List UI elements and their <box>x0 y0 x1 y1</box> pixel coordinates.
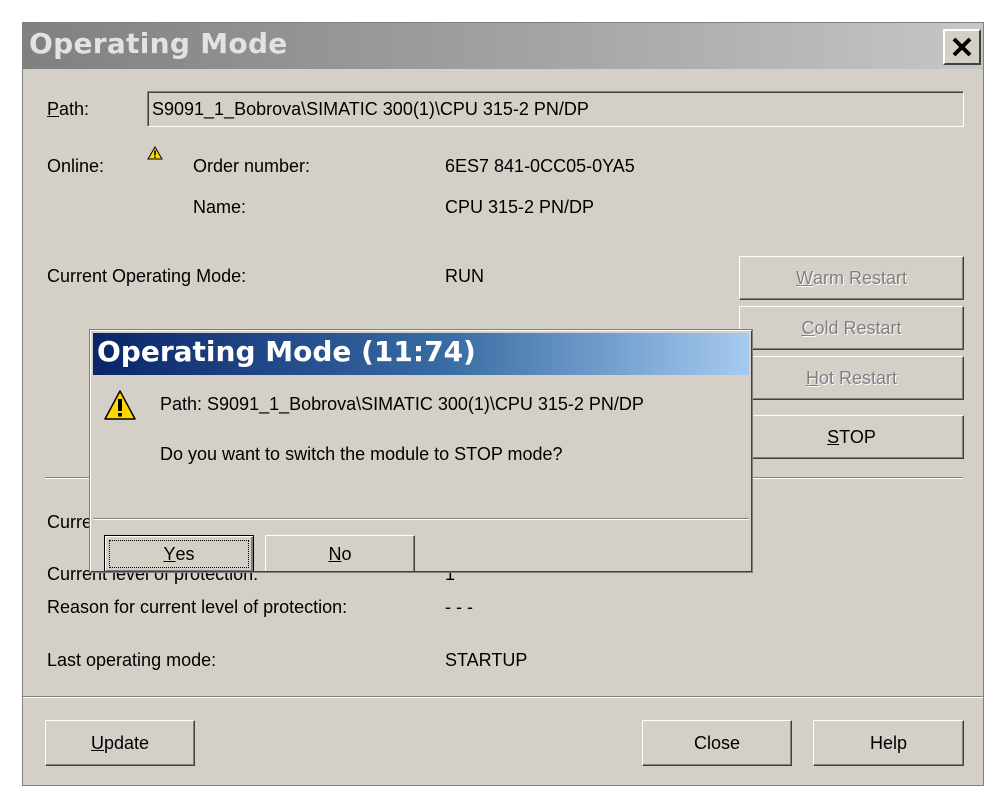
title-bar[interactable]: Operating Mode <box>23 23 983 69</box>
focus-rect <box>109 540 249 568</box>
footer-divider <box>23 696 983 698</box>
close-window-button[interactable] <box>943 29 981 65</box>
window-title: Operating Mode <box>29 27 288 60</box>
hot-restart-button[interactable]: Hot Restart <box>739 356 964 400</box>
confirm-title-bar[interactable]: Operating Mode (11:74) <box>93 333 749 375</box>
yes-button[interactable]: Yes <box>104 535 254 571</box>
close-icon <box>951 35 973 65</box>
warning-icon <box>103 389 137 426</box>
warning-icon <box>147 146 163 160</box>
close-button[interactable]: Close <box>642 720 792 766</box>
stop-confirm-dialog: Operating Mode (11:74) Path: S9091_1_Bob… <box>90 330 752 572</box>
reason-label: Reason for current level of protection: <box>47 597 348 617</box>
current-mode-label: Current Operating Mode: <box>47 266 247 286</box>
name-value: CPU 315-2 PN/DP <box>445 197 595 217</box>
confirm-question: Do you want to switch the module to STOP… <box>160 444 563 464</box>
name-label: Name: <box>193 197 247 217</box>
current-partial-label: Curre <box>47 512 93 532</box>
path-field[interactable]: S9091_1_Bobrova\SIMATIC 300(1)\CPU 315-2… <box>147 91 964 127</box>
no-button[interactable]: No <box>265 535 415 571</box>
path-label: Path: <box>47 99 90 119</box>
last-mode-value: STARTUP <box>445 650 528 670</box>
update-button[interactable]: Update <box>45 720 195 766</box>
confirm-divider <box>93 518 749 520</box>
online-label: Online: <box>47 156 105 176</box>
warm-restart-button[interactable]: Warm Restart <box>739 256 964 300</box>
reason-value: - - - <box>445 597 473 617</box>
help-button[interactable]: Help <box>813 720 964 766</box>
order-number-label: Order number: <box>193 156 311 176</box>
cold-restart-button[interactable]: Cold Restart <box>739 306 964 350</box>
last-mode-label: Last operating mode: <box>47 650 217 670</box>
confirm-title: Operating Mode (11:74) <box>97 335 476 368</box>
confirm-path-text: Path: S9091_1_Bobrova\SIMATIC 300(1)\CPU… <box>160 394 644 414</box>
stop-button[interactable]: S TOP <box>739 415 964 459</box>
current-mode-value: RUN <box>445 266 484 286</box>
order-number-value: 6ES7 841-0CC05-0YA5 <box>445 156 635 176</box>
